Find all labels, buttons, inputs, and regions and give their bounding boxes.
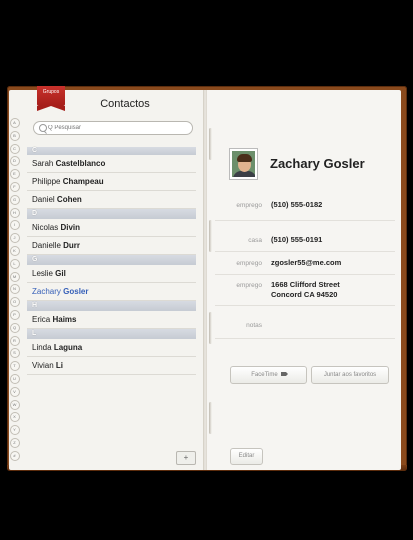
contact-last-name: Gosler	[63, 287, 89, 296]
index-letter[interactable]: C	[9, 143, 20, 154]
contact-last-name: Haims	[52, 315, 77, 324]
contact-row[interactable]: Sarah Castelblanco	[27, 155, 196, 173]
notes-label: notas	[246, 322, 262, 329]
contact-last-name: Laguna	[53, 343, 83, 352]
contact-first-name: Vivian	[32, 361, 54, 370]
contact-first-name: Erica	[32, 315, 51, 324]
index-letter[interactable]: Q	[9, 322, 20, 333]
contact-row[interactable]: Leslie Gil	[27, 265, 196, 283]
field-label-address: emprego	[236, 282, 262, 289]
contact-row[interactable]: Zachary Gosler	[27, 283, 196, 301]
search-icon	[39, 124, 47, 132]
field-value-address-line1[interactable]: 1668 Clifford Street	[271, 280, 340, 289]
contact-last-name: Champeau	[62, 177, 104, 186]
index-letter[interactable]: A	[9, 118, 20, 128]
field-value-address-line2[interactable]: Concord CA 94520	[271, 290, 337, 299]
index-letter[interactable]: S	[9, 348, 20, 359]
section-header: D	[27, 209, 196, 219]
index-letter[interactable]: W	[9, 399, 20, 410]
field-label-email: emprego	[236, 260, 262, 267]
contact-last-name: Castelblanco	[55, 159, 106, 168]
field-value-work-phone[interactable]: (510) 555-0182	[271, 200, 322, 209]
divider	[215, 274, 395, 275]
index-letter[interactable]: H	[9, 207, 20, 218]
contact-last-name: Divin	[60, 223, 81, 232]
add-to-favorites-button[interactable]: Juntar aos favoritos	[311, 366, 389, 384]
facetime-button[interactable]: FaceTime	[230, 366, 307, 384]
index-letter[interactable]: V	[9, 386, 20, 397]
index-letter[interactable]: O	[9, 297, 20, 308]
edit-button[interactable]: Editar	[230, 448, 263, 465]
contact-list: C Sarah Castelblanco Philippe Champeau Dani…	[27, 147, 196, 375]
divider	[215, 338, 395, 339]
contact-first-name: Leslie	[32, 269, 53, 278]
index-letter[interactable]: F	[9, 181, 20, 192]
index-letter[interactable]: I	[9, 220, 20, 231]
binder-ring	[209, 402, 212, 434]
index-letter[interactable]: P	[9, 309, 20, 320]
index-letter[interactable]: N	[9, 284, 20, 295]
book-spine	[203, 90, 207, 470]
index-letter[interactable]: L	[9, 258, 20, 269]
section-header: H	[27, 301, 196, 311]
contact-first-name: Sarah	[32, 159, 54, 168]
index-letter[interactable]: X	[9, 412, 20, 423]
contact-last-name: Durr	[63, 241, 81, 250]
contact-first-name: Danielle	[32, 241, 61, 250]
contact-row[interactable]: Vivian Li	[27, 357, 196, 375]
contact-last-name: Li	[55, 361, 63, 370]
alphabet-index[interactable]: A B C D E F G H I J K L M N O P Q R S T U V W X Y Z #	[9, 118, 20, 468]
contact-row[interactable]: Danielle Durr	[27, 237, 196, 255]
field-label-work-phone: emprego	[236, 202, 262, 209]
groups-button[interactable]: Grupos	[37, 86, 65, 111]
index-letter[interactable]: B	[9, 130, 20, 141]
page-title: Contactos	[100, 98, 150, 110]
index-letter[interactable]: K	[9, 245, 20, 256]
field-label-home-phone: casa	[248, 237, 262, 244]
index-letter[interactable]: U	[9, 373, 20, 384]
index-letter[interactable]: Y	[9, 425, 20, 436]
index-letter[interactable]: #	[9, 450, 20, 461]
search-bar[interactable]	[33, 121, 193, 135]
binder-ring	[209, 220, 212, 252]
index-letter[interactable]: D	[9, 156, 20, 167]
contact-row[interactable]: Daniel Cohen	[27, 191, 196, 209]
divider	[215, 305, 395, 306]
section-header: G	[27, 255, 196, 265]
contact-name: Zachary Gosler	[270, 156, 365, 171]
section-header: L	[27, 329, 196, 339]
contact-photo[interactable]	[229, 148, 258, 180]
contact-row[interactable]: Linda Laguna	[27, 339, 196, 357]
binder-ring	[209, 128, 212, 160]
groups-label: Grupos	[42, 89, 60, 95]
divider	[215, 251, 395, 252]
index-letter[interactable]: E	[9, 169, 20, 180]
divider	[215, 220, 395, 221]
contact-first-name: Zachary	[32, 287, 61, 296]
contact-first-name: Daniel	[32, 195, 55, 204]
contact-last-name: Cohen	[56, 195, 82, 204]
index-letter[interactable]: T	[9, 361, 20, 372]
index-letter[interactable]: G	[9, 194, 20, 205]
add-contact-button[interactable]: +	[176, 451, 196, 465]
video-camera-icon	[280, 372, 288, 377]
index-letter[interactable]: R	[9, 335, 20, 346]
facetime-label: FaceTime	[251, 372, 278, 378]
contact-row[interactable]: Nicolas Divin	[27, 219, 196, 237]
search-input[interactable]	[48, 122, 188, 134]
section-header: C	[27, 147, 196, 155]
contact-last-name: Gil	[55, 269, 66, 278]
contact-row[interactable]: Erica Haims	[27, 311, 196, 329]
index-letter[interactable]: J	[9, 233, 20, 244]
field-value-email[interactable]: zgosler55@me.com	[271, 258, 341, 267]
contact-row[interactable]: Philippe Champeau	[27, 173, 196, 191]
index-letter[interactable]: Z	[9, 437, 20, 448]
index-letter[interactable]: M	[9, 271, 20, 282]
contact-first-name: Philippe	[32, 177, 61, 186]
contact-first-name: Nicolas	[32, 223, 59, 232]
contact-first-name: Linda	[32, 343, 52, 352]
field-value-home-phone[interactable]: (510) 555-0191	[271, 235, 322, 244]
